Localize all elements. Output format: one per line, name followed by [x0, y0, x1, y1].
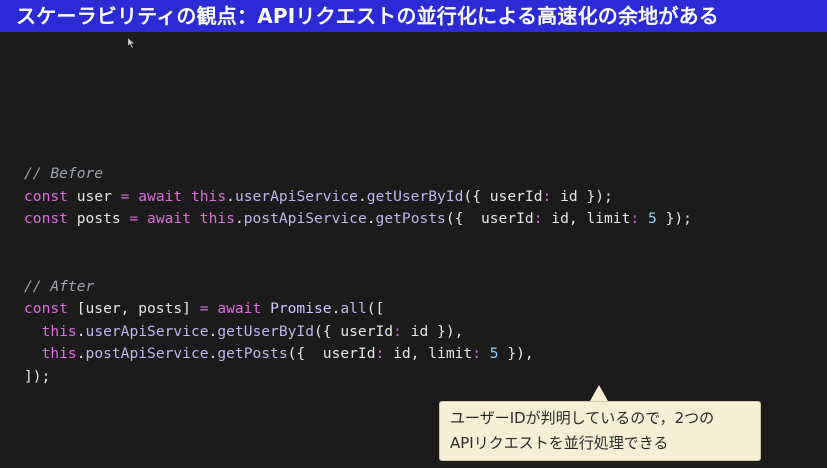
code-token-ident: user	[67, 187, 121, 205]
code-token-ident	[24, 345, 42, 362]
code-token-punct: .	[76, 345, 86, 362]
code-token-ident	[24, 323, 42, 340]
code-token-op: =	[199, 300, 209, 317]
code-token-ident	[639, 210, 648, 227]
code-token-method: postApiService	[85, 345, 209, 362]
code-token-method: getPosts	[375, 210, 446, 227]
callout-pointer	[590, 385, 608, 401]
code-token-op: :	[375, 345, 385, 362]
code-line: this.postApiService.getPosts({ userId: i…	[24, 343, 692, 366]
code-token-punct: .	[366, 210, 376, 227]
code-token-keyword: this	[41, 345, 77, 362]
code-token-ident	[129, 188, 138, 205]
code-token-keyword: await	[147, 210, 191, 227]
code-token-method: getUserById	[217, 322, 314, 340]
code-block: // Before const user = await this.userApi…	[24, 163, 692, 388]
code-token-op: =	[129, 210, 139, 227]
code-token-ident: [user, posts]	[67, 300, 200, 317]
slide-title: スケーラビリティの観点：APIリクエストの並行化による高速化の余地がある	[16, 4, 719, 28]
code-token-punct: .	[76, 322, 86, 340]
code-token-op: :	[533, 210, 543, 227]
code-token-ident: id	[401, 322, 438, 340]
code-token-method: getPosts	[217, 345, 288, 362]
code-token-keyword: const	[24, 187, 68, 205]
code-token-ident	[261, 300, 270, 317]
code-token-ident: id, limit	[542, 210, 631, 227]
callout-line-2: APIリクエストを並行処理できる	[450, 434, 669, 452]
code-token-punct: });	[586, 187, 613, 205]
code-line: const user = await this.userApiService.g…	[24, 186, 692, 209]
code-token-op: :	[630, 210, 640, 227]
code-token-punct: ({ userId	[463, 187, 543, 205]
code-token-ident: posts	[67, 210, 130, 227]
code-token-method: userApiService	[85, 322, 209, 340]
code-token-ident	[209, 300, 218, 317]
code-token-keyword: const	[24, 210, 68, 227]
callout-annotation: ユーザーIDが判明しているので，2つの APIリクエストを並行処理できる	[439, 401, 761, 461]
code-line: // After	[24, 276, 692, 299]
code-token-punct: ([	[366, 300, 385, 317]
code-token-keyword: const	[24, 300, 68, 317]
code-token-keyword: await	[217, 300, 262, 317]
code-token-keyword: this	[41, 322, 77, 340]
code-token-punct: }),	[437, 322, 464, 340]
code-token-method: getUserById	[366, 187, 464, 205]
code-token-op: :	[393, 322, 402, 340]
code-token-ident: id, limit	[384, 345, 473, 362]
code-line: // Before	[24, 163, 692, 186]
code-token-punct: ({ userId	[445, 210, 534, 227]
code-token-punct: });	[656, 210, 692, 227]
code-token-method: userApiService	[234, 187, 358, 205]
code-token-ident: id	[551, 187, 587, 205]
code-token-punct: ({ userId	[287, 345, 376, 362]
code-token-method: all	[340, 300, 367, 317]
code-token-punct: .	[234, 210, 244, 227]
code-token-keyword: await	[138, 187, 183, 205]
code-token-ident	[138, 210, 147, 227]
code-token-keyword: this	[199, 210, 235, 227]
code-token-number: 5	[489, 345, 499, 362]
code-token-class: Promise	[270, 300, 332, 317]
code-token-ident	[191, 210, 200, 227]
mouse-cursor-icon	[128, 38, 135, 48]
code-token-method: postApiService	[243, 210, 367, 227]
code-token-comment: // After	[24, 277, 95, 295]
code-token-op: :	[472, 345, 481, 362]
code-token-number: 5	[647, 210, 657, 227]
code-line: const [user, posts] = await Promise.all(…	[24, 298, 692, 321]
code-token-keyword: this	[190, 187, 227, 205]
code-token-punct: .	[226, 187, 235, 205]
code-token-punct: }),	[498, 345, 534, 362]
code-line: const posts = await this.postApiService.…	[24, 208, 692, 231]
code-token-op: :	[542, 187, 552, 205]
code-token-punct: ]);	[24, 367, 51, 385]
code-token-ident	[182, 188, 191, 205]
callout-line-1: ユーザーIDが判明しているので，2つの	[450, 409, 715, 427]
code-line: this.userApiService.getUserById({ userId…	[24, 321, 692, 344]
code-token-comment: // Before	[24, 165, 104, 182]
code-token-ident	[481, 345, 490, 362]
slide-title-bar: スケーラビリティの観点：APIリクエストの並行化による高速化の余地がある	[0, 0, 827, 32]
code-token-punct: .	[357, 187, 367, 205]
code-token-punct: ({ userId	[314, 322, 394, 340]
